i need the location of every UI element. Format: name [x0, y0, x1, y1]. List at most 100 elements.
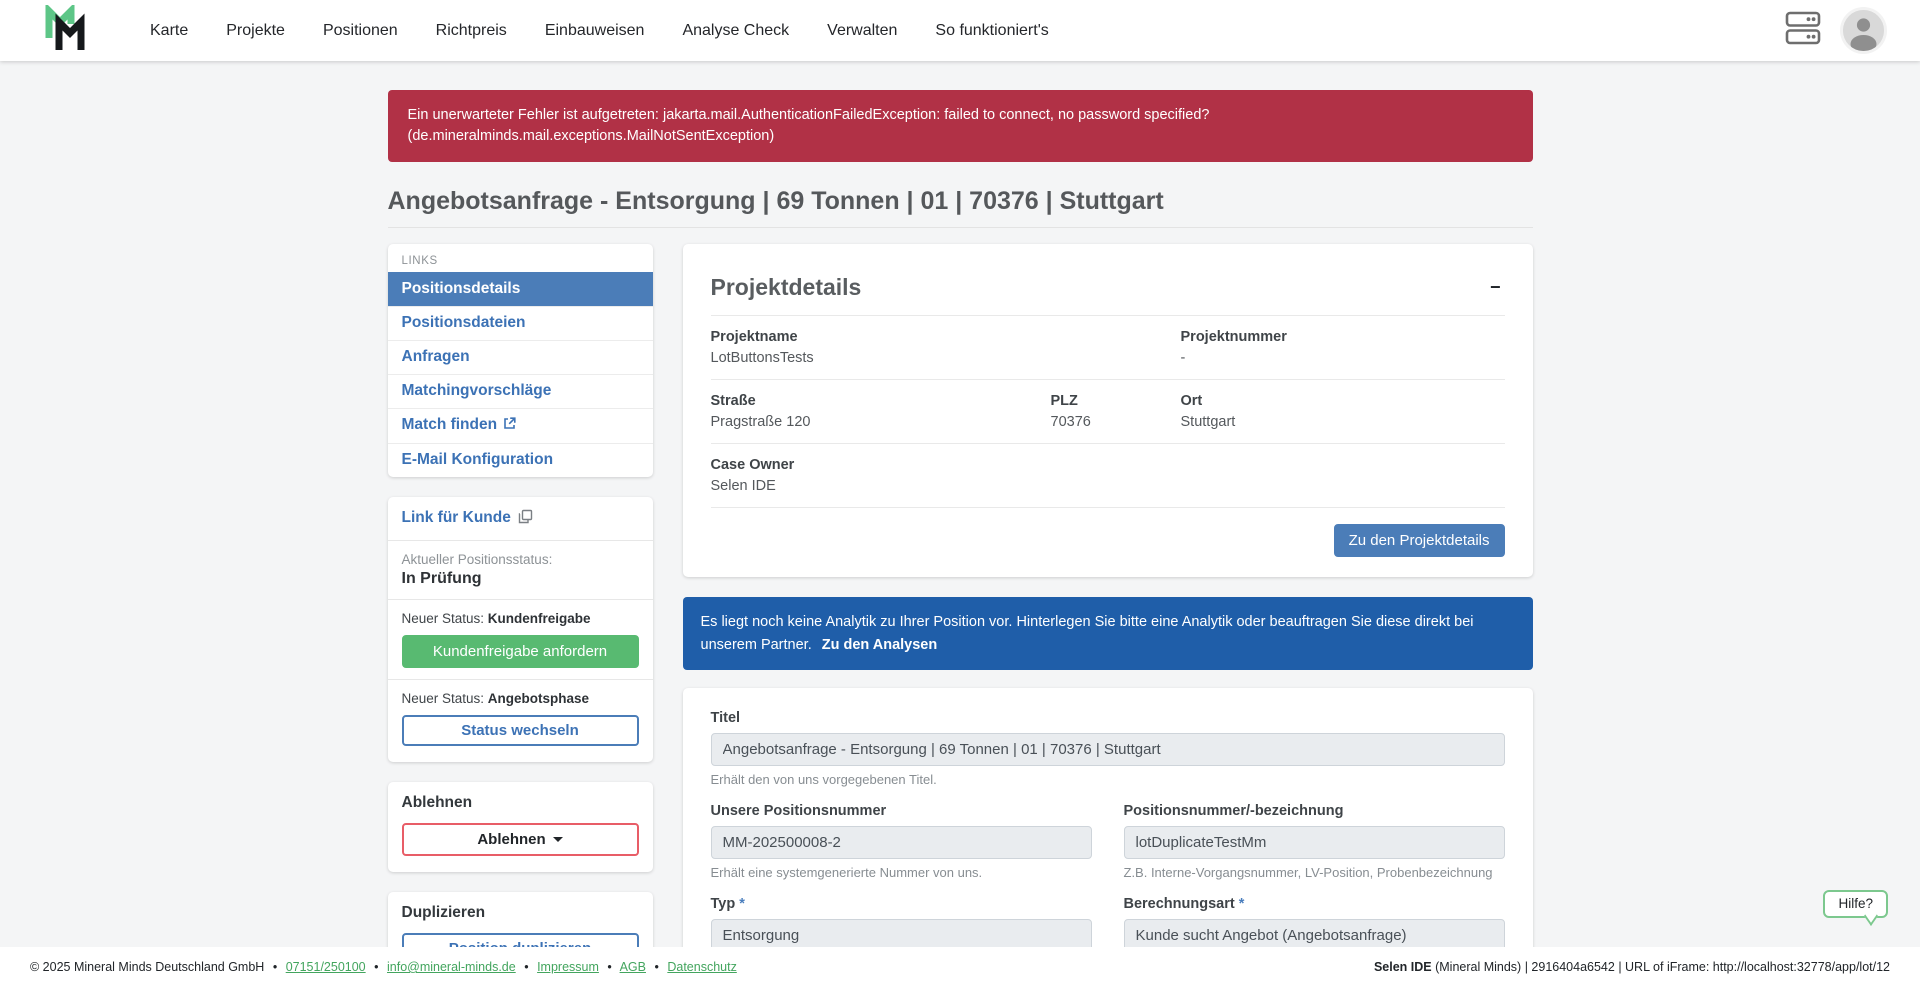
projektnummer-value: - — [1181, 350, 1505, 366]
plz-value: 70376 — [1051, 414, 1181, 430]
required-asterisk: * — [739, 896, 745, 912]
links-card-header: LINKS — [388, 244, 653, 272]
logo-icon — [45, 5, 89, 56]
customer-link-label: Link für Kunde — [402, 509, 511, 526]
go-to-analyses-link[interactable]: Zu den Analysen — [822, 637, 937, 653]
switch-status-button[interactable]: Status wechseln — [402, 715, 639, 746]
sidebar-item-label: Match finden — [402, 416, 498, 433]
unsere-positionsnummer-helper: Erhält eine systemgenerierte Nummer von … — [711, 865, 1092, 880]
unsere-positionsnummer-label: Unsere Positionsnummer — [711, 803, 1092, 819]
go-to-project-details-button[interactable]: Zu den Projektdetails — [1334, 524, 1505, 557]
sidebar-item-matchingvorschlaege[interactable]: Matchingvorschläge — [388, 374, 653, 408]
navbar-right — [1785, 10, 1884, 51]
footer-bullet: • — [524, 960, 528, 974]
nav-item-projekte[interactable]: Projekte — [212, 14, 299, 48]
footer-link-phone[interactable]: 07151/250100 — [286, 960, 366, 974]
current-status-label: Aktueller Positionsstatus: — [402, 552, 639, 567]
berechnungsart-group: Berechnungsart * — [1124, 896, 1505, 952]
sidebar-item-anfragen[interactable]: Anfragen — [388, 340, 653, 374]
positionsnummer-input[interactable] — [1124, 826, 1505, 859]
unsere-positionsnummer-group: Unsere Positionsnummer Erhält eine syste… — [711, 803, 1092, 880]
titel-helper: Erhält den von uns vorgegebenen Titel. — [711, 772, 1505, 787]
collapse-minus-icon[interactable]: − — [1486, 274, 1505, 300]
nav-item-einbauweisen[interactable]: Einbauweisen — [531, 14, 659, 48]
case-owner-value: Selen IDE — [711, 478, 1505, 494]
reject-card-title: Ablehnen — [402, 794, 639, 812]
project-row-owner: Case Owner Selen IDE — [711, 443, 1505, 507]
nav-item-verwalten[interactable]: Verwalten — [813, 14, 911, 48]
nav-item-analyse-check[interactable]: Analyse Check — [668, 14, 803, 48]
projektname-value: LotButtonsTests — [711, 350, 1181, 366]
user-avatar-icon[interactable] — [1843, 10, 1884, 51]
error-message: Ein unerwarteter Fehler ist aufgetreten:… — [408, 107, 1210, 144]
main-nav: Karte Projekte Positionen Richtpreis Ein… — [136, 14, 1063, 48]
sidebar-item-positionsdateien[interactable]: Positionsdateien — [388, 306, 653, 340]
links-card: LINKS Positionsdetails Positionsdateien … — [388, 244, 653, 477]
footer-session-details: (Mineral Minds) | 2916404a6542 | URL of … — [1432, 960, 1890, 974]
new-status-prefix: Neuer Status: — [402, 611, 488, 626]
nav-item-richtpreis[interactable]: Richtpreis — [422, 14, 521, 48]
nav-item-so-funktionierts[interactable]: So funktioniert's — [921, 14, 1062, 48]
current-status-value: In Prüfung — [402, 570, 639, 588]
footer-bullet: • — [273, 960, 277, 974]
titel-input[interactable] — [711, 733, 1505, 766]
footer-bullet: • — [374, 960, 378, 974]
help-button[interactable]: Hilfe? — [1823, 890, 1888, 918]
positionsnummer-helper: Z.B. Interne-Vorgangsnummer, LV-Position… — [1124, 865, 1505, 880]
footer-user: Selen IDE — [1374, 960, 1432, 974]
footer-bullet: • — [607, 960, 611, 974]
duplicate-card-title: Duplizieren — [402, 904, 639, 922]
page-title: Angebotsanfrage - Entsorgung | 69 Tonnen… — [388, 187, 1533, 216]
typ-group: Typ * — [711, 896, 1092, 952]
new-status-2: Neuer Status: Angebotsphase — [402, 691, 639, 706]
sidebar-item-match-finden[interactable]: Match finden — [388, 408, 653, 443]
caret-down-icon — [553, 837, 563, 842]
sidebar-item-email-konfiguration[interactable]: E-Mail Konfiguration — [388, 443, 653, 477]
footer-link-datenschutz[interactable]: Datenschutz — [667, 960, 736, 974]
sidebar: LINKS Positionsdetails Positionsdateien … — [388, 244, 653, 994]
mineral-minds-logo[interactable] — [44, 8, 90, 54]
plz-label: PLZ — [1051, 393, 1181, 409]
typ-label: Typ * — [711, 896, 1092, 912]
positionsnummer-group: Positionsnummer/-bezeichnung Z.B. Intern… — [1124, 803, 1505, 880]
error-alert: Ein unerwarteter Fehler ist aufgetreten:… — [388, 90, 1533, 162]
ort-label: Ort — [1181, 393, 1505, 409]
analytics-info-banner: Es liegt noch keine Analytik zu Ihrer Po… — [683, 597, 1533, 670]
footer-link-email[interactable]: info@mineral-minds.de — [387, 960, 516, 974]
footer-bullet: • — [654, 960, 658, 974]
new-status-prefix: Neuer Status: — [402, 691, 488, 706]
top-navbar: Karte Projekte Positionen Richtpreis Ein… — [0, 0, 1920, 61]
projektname-label: Projektname — [711, 329, 1181, 345]
new-status-2-value: Angebotsphase — [488, 691, 589, 706]
nav-item-positionen[interactable]: Positionen — [309, 14, 412, 48]
strasse-value: Pragstraße 120 — [711, 414, 1051, 430]
reject-card: Ablehnen Ablehnen — [388, 782, 653, 872]
server-icon[interactable] — [1785, 11, 1821, 50]
customer-link[interactable]: Link für Kunde — [402, 509, 533, 526]
strasse-label: Straße — [711, 393, 1051, 409]
status-card: Link für Kunde Aktueller Positionsstatus… — [388, 497, 653, 762]
positionsnummer-label: Positionsnummer/-bezeichnung — [1124, 803, 1505, 819]
typ-label-text: Typ — [711, 896, 736, 912]
project-row-address: Straße Pragstraße 120 PLZ 70376 Ort Stut… — [711, 379, 1505, 443]
berechnungsart-label: Berechnungsart * — [1124, 896, 1505, 912]
title-divider — [388, 227, 1533, 228]
project-details-title: Projektdetails — [711, 274, 862, 301]
project-details-card: Projektdetails − Projektname LotButtonsT… — [683, 244, 1533, 577]
nav-item-karte[interactable]: Karte — [136, 14, 202, 48]
reject-dropdown-button[interactable]: Ablehnen — [402, 823, 639, 856]
sidebar-item-positionsdetails[interactable]: Positionsdetails — [388, 272, 653, 306]
divider — [388, 540, 653, 541]
unsere-positionsnummer-input[interactable] — [711, 826, 1092, 859]
footer-left: © 2025 Mineral Minds Deutschland GmbH • … — [30, 960, 737, 994]
divider — [388, 599, 653, 600]
main-content: Projektdetails − Projektname LotButtonsT… — [683, 244, 1533, 994]
footer-link-agb[interactable]: AGB — [620, 960, 646, 974]
request-approval-button[interactable]: Kundenfreigabe anfordern — [402, 635, 639, 668]
copy-icon — [518, 509, 533, 529]
footer: © 2025 Mineral Minds Deutschland GmbH • … — [0, 947, 1920, 994]
ort-value: Stuttgart — [1181, 414, 1505, 430]
project-row-name: Projektname LotButtonsTests Projektnumme… — [711, 315, 1505, 379]
external-link-icon — [503, 417, 516, 435]
footer-link-impressum[interactable]: Impressum — [537, 960, 599, 974]
